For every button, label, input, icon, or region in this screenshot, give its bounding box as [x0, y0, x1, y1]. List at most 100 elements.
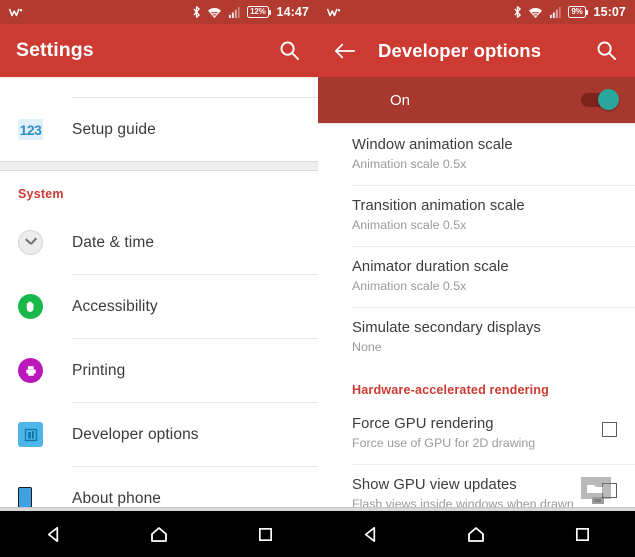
right-phone-screen: 9% 15:07 Developer options On Window ani…: [318, 0, 635, 557]
nav-recents-button[interactable]: [569, 521, 595, 547]
wifi-icon: [208, 7, 222, 18]
wifi-icon: [529, 7, 543, 18]
row-subtitle: Force use of GPU for 2D drawing: [352, 436, 536, 451]
developer-glyph: [24, 428, 37, 441]
accessibility-hand-icon: [18, 294, 43, 319]
row-text: Transition animation scale Animation sca…: [352, 197, 617, 234]
row-text: Simulate secondary displays None: [352, 319, 617, 356]
recents-icon: [575, 527, 589, 541]
list-item-label: About phone: [72, 489, 162, 507]
section-header-system: System: [18, 187, 64, 201]
developer-options-master-switch-row[interactable]: On: [318, 77, 635, 123]
battery-indicator: 9%: [568, 6, 589, 18]
row-subtitle: None: [352, 340, 382, 355]
right-status-bar-left: [327, 7, 513, 18]
walkman-icon: [9, 8, 23, 16]
search-button[interactable]: [276, 38, 302, 64]
left-status-bar-left: [9, 7, 192, 18]
nav-back-button[interactable]: [358, 521, 384, 547]
clock-icon: [18, 230, 43, 255]
battery-indicator: 12%: [247, 6, 272, 18]
nav-home-button[interactable]: [146, 521, 172, 547]
home-icon: [151, 526, 167, 542]
list-item-printing[interactable]: Printing: [0, 339, 318, 402]
list-item-date-time[interactable]: Date & time: [0, 211, 318, 274]
left-status-bar: 12% 14:47: [0, 0, 318, 24]
icon-slot: [18, 294, 72, 319]
list-item-about-phone[interactable]: About phone: [0, 467, 318, 507]
home-icon: [468, 526, 485, 542]
row-subtitle: Animation scale 0.5x: [352, 279, 467, 294]
list-item-label: Setup guide: [72, 120, 156, 138]
left-status-bar-right: 12% 14:47: [192, 5, 309, 19]
nav-back-button[interactable]: [40, 521, 66, 547]
cellular-signal-icon: [229, 6, 240, 18]
left-phone-screen: 12% 14:47 Settings 123 Setup guide Syste…: [0, 0, 318, 557]
master-switch-label: On: [390, 91, 411, 109]
list-item-window-animation-scale[interactable]: Window animation scale Animation scale 0…: [318, 125, 635, 185]
row-subtitle: Flash views inside windows when drawn wi…: [352, 497, 574, 507]
cellular-signal-icon: [550, 6, 562, 18]
icon-slot: [18, 486, 72, 507]
row-title: Transition animation scale: [352, 197, 525, 214]
show-gpu-view-updates-checkbox[interactable]: [602, 482, 617, 498]
row-title: Simulate secondary displays: [352, 319, 541, 336]
hand-glyph: [26, 301, 34, 312]
page-title: Developer options: [378, 39, 542, 61]
list-item-accessibility[interactable]: Accessibility: [0, 275, 318, 338]
list-item-show-gpu-view-updates[interactable]: Show GPU view updates Flash views inside…: [318, 464, 635, 507]
recents-icon: [258, 527, 272, 541]
battery-percent-label: 9%: [571, 7, 583, 16]
developer-options-icon: [18, 422, 43, 447]
status-bar-clock: 15:07: [593, 5, 626, 19]
row-title: Show GPU view updates: [352, 476, 517, 493]
back-icon: [47, 526, 58, 542]
master-toggle-switch[interactable]: [581, 89, 619, 110]
status-bar-clock: 14:47: [276, 5, 309, 19]
list-item-transition-animation-scale[interactable]: Transition animation scale Animation sca…: [318, 185, 635, 246]
back-button[interactable]: [332, 38, 358, 64]
list-item-force-gpu-rendering[interactable]: Force GPU rendering Force use of GPU for…: [318, 403, 635, 464]
search-icon: [597, 41, 616, 61]
icon-slot: [18, 358, 72, 383]
left-nav-bar: [0, 511, 318, 557]
row-text: Window animation scale Animation scale 0…: [352, 136, 617, 173]
numbers-123-icon: 123: [18, 119, 43, 140]
right-status-bar: 9% 15:07: [318, 0, 635, 24]
row-title: Force GPU rendering: [352, 415, 494, 432]
page-title: Settings: [16, 39, 94, 61]
phone-icon: [18, 486, 32, 507]
printer-glyph: [25, 365, 36, 376]
bluetooth-icon: [193, 6, 200, 18]
section-separator-band: [0, 161, 318, 171]
left-app-bar: Settings: [0, 24, 318, 77]
left-settings-list[interactable]: 123 Setup guide System Date & time Acces…: [0, 79, 318, 507]
list-item-developer-options[interactable]: Developer options: [0, 403, 318, 466]
toggle-knob: [598, 89, 619, 110]
row-text: Force GPU rendering Force use of GPU for…: [352, 415, 592, 452]
list-item-label: Printing: [72, 361, 126, 379]
force-gpu-rendering-checkbox[interactable]: [602, 421, 617, 437]
nav-home-button[interactable]: [463, 521, 489, 547]
battery-percent-label: 12%: [250, 7, 266, 16]
row-title: Window animation scale: [352, 137, 513, 153]
list-item-label: Accessibility: [72, 297, 158, 315]
back-icon: [365, 526, 376, 542]
search-button[interactable]: [593, 38, 619, 64]
nav-recents-button[interactable]: [252, 521, 278, 547]
right-status-bar-right: 9% 15:07: [513, 5, 626, 19]
row-title: Animator duration scale: [352, 258, 509, 275]
developer-options-list[interactable]: Window animation scale Animation scale 0…: [318, 125, 635, 507]
right-nav-bar: [318, 511, 635, 557]
icon-slot: 123: [18, 119, 72, 140]
list-item-setup-guide[interactable]: 123 Setup guide: [0, 98, 318, 161]
bluetooth-icon: [514, 6, 522, 18]
two-phone-screenshot: 12% 14:47 Settings 123 Setup guide Syste…: [0, 0, 635, 557]
row-subtitle: Animation scale 0.5x: [352, 218, 467, 233]
list-item-simulate-secondary-displays[interactable]: Simulate secondary displays None: [318, 307, 635, 368]
section-header-hardware-accelerated-rendering: Hardware-accelerated rendering: [318, 367, 635, 404]
list-item-animator-duration-scale[interactable]: Animator duration scale Animation scale …: [318, 246, 635, 307]
back-arrow-icon: [334, 43, 356, 58]
walkman-icon: [327, 8, 341, 16]
row-text: Animator duration scale Animation scale …: [352, 258, 617, 295]
